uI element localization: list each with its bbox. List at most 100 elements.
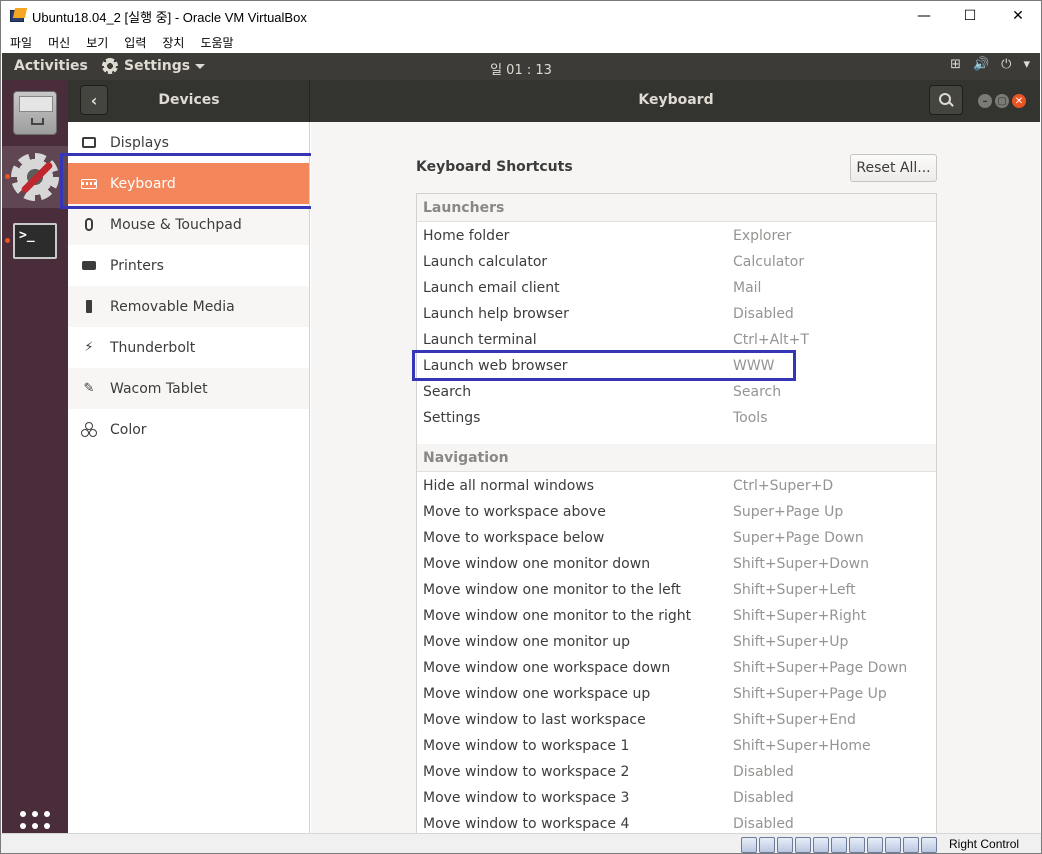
shortcut-row[interactable]: Move window one monitor down Shift+Super+… <box>417 552 936 578</box>
window-minimize-button[interactable]: – <box>978 94 992 108</box>
shortcut-row[interactable]: Move window to workspace 3 Disabled <box>417 786 936 812</box>
usb-device-icon[interactable] <box>813 837 829 853</box>
shortcut-row[interactable]: Move to workspace below Super+Page Down <box>417 526 936 552</box>
shortcut-row[interactable]: Launch help browser Disabled <box>417 302 936 328</box>
sidebar-header: ‹ Devices <box>68 80 310 122</box>
shortcut-name: Home folder <box>423 228 510 244</box>
keyboard-panel: Keyboard Shortcuts Reset All... Launcher… <box>311 122 1040 833</box>
sidebar-item-printers[interactable]: Printers <box>68 245 309 286</box>
dock: >_ <box>2 80 68 833</box>
menu-machine[interactable]: 머신 <box>40 34 78 51</box>
shortcut-accel: Ctrl+Super+D <box>733 478 834 494</box>
shortcut-name: Move window to workspace 2 <box>423 764 630 780</box>
reset-all-button[interactable]: Reset All... <box>850 154 937 182</box>
shortcut-row[interactable]: Hide all normal windows Ctrl+Super+D <box>417 474 936 500</box>
printer-icon <box>81 258 97 274</box>
status-icons <box>741 837 937 853</box>
sidebar-item-color[interactable]: Color <box>68 409 309 450</box>
show-applications-icon[interactable] <box>20 811 50 833</box>
shared-folder-icon[interactable] <box>831 837 847 853</box>
system-tray[interactable]: ⊞ 🔊 ⏻ ▾ <box>950 57 1030 72</box>
keyboard-capture-icon[interactable] <box>921 837 937 853</box>
usb-icon <box>81 299 97 315</box>
shortcut-row[interactable]: Move to workspace above Super+Page Up <box>417 500 936 526</box>
mouse-integration-icon[interactable] <box>903 837 919 853</box>
shortcut-row[interactable]: Settings Tools <box>417 406 936 432</box>
shortcut-accel: Shift+Super+Up <box>733 634 849 650</box>
virtualbox-window: Ubuntu18.04_2 [실행 중] - Oracle VM Virtual… <box>0 0 1042 854</box>
shortcut-row[interactable]: Move window one workspace down Shift+Supe… <box>417 656 936 682</box>
sidebar-item-label: Displays <box>110 134 169 151</box>
search-icon <box>939 93 953 107</box>
shortcut-row[interactable]: Move window to workspace 2 Disabled <box>417 760 936 786</box>
recording-icon[interactable] <box>867 837 883 853</box>
menu-devices[interactable]: 장치 <box>154 34 192 51</box>
vbox-title-bar: Ubuntu18.04_2 [실행 중] - Oracle VM Virtual… <box>1 1 1041 31</box>
vbox-status-bar: Right Control <box>1 833 1041 853</box>
shortcut-accel: Calculator <box>733 254 805 270</box>
shortcut-accel: Search <box>733 384 782 400</box>
sidebar-item-mouse-touchpad[interactable]: Mouse & Touchpad <box>68 204 309 245</box>
cpu-icon[interactable] <box>885 837 901 853</box>
shortcut-name: Move to workspace above <box>423 504 606 520</box>
shortcut-accel: Shift+Super+Right <box>733 608 867 624</box>
hard-disk-icon[interactable] <box>741 837 757 853</box>
sidebar-item-thunderbolt[interactable]: ⚡ Thunderbolt <box>68 327 309 368</box>
dock-settings[interactable] <box>2 146 68 208</box>
sidebar-item-label: Removable Media <box>110 298 235 315</box>
sidebar-item-wacom-tablet[interactable]: ✎ Wacom Tablet <box>68 368 309 409</box>
back-button[interactable]: ‹ <box>80 85 108 115</box>
vbox-menu-bar: 파일 머신 보기 입력 장치 도움말 <box>1 31 1041 53</box>
shortcut-name: Move window one workspace down <box>423 660 671 676</box>
shortcut-row[interactable]: Search Search <box>417 380 936 406</box>
display-status-icon[interactable] <box>849 837 865 853</box>
shortcut-row[interactable]: Move window to last workspace Shift+Super… <box>417 708 936 734</box>
sidebar-item-label: Color <box>110 421 147 438</box>
shortcut-row[interactable]: Launch calculator Calculator <box>417 250 936 276</box>
shortcut-accel: Disabled <box>733 790 794 806</box>
shortcut-accel: Disabled <box>733 816 794 832</box>
shortcut-row[interactable]: Move window one workspace up Shift+Super+… <box>417 682 936 708</box>
shortcut-row[interactable]: Move window one monitor to the right Shif… <box>417 604 936 630</box>
optical-drive-icon[interactable] <box>759 837 775 853</box>
shortcut-name: Launch email client <box>423 280 560 296</box>
window-maximize-button[interactable]: ▢ <box>995 94 1009 108</box>
menu-file[interactable]: 파일 <box>1 34 40 51</box>
clock[interactable]: 일 01 : 13 <box>2 59 1040 78</box>
sidebar-item-removable-media[interactable]: Removable Media <box>68 286 309 327</box>
shortcut-row[interactable]: Launch email client Mail <box>417 276 936 302</box>
menu-input[interactable]: 입력 <box>116 34 154 51</box>
minimize-button[interactable]: — <box>901 1 947 31</box>
dock-terminal[interactable]: >_ <box>2 210 68 272</box>
sidebar-title: Devices <box>158 92 220 108</box>
host-key-label: Right Control <box>949 837 1020 851</box>
shortcut-row[interactable]: Move window one monitor to the left Shift… <box>417 578 936 604</box>
volume-icon: 🔊 <box>972 57 990 72</box>
shortcut-name: Move to workspace below <box>423 530 605 546</box>
vbox-window-title: Ubuntu18.04_2 [실행 중] - Oracle VM Virtual… <box>32 9 307 25</box>
close-button[interactable]: ✕ <box>995 1 1041 31</box>
shortcut-row[interactable]: Home folder Explorer <box>417 224 936 250</box>
section-header-navigation: Navigation <box>417 444 936 472</box>
menu-help[interactable]: 도움말 <box>192 34 241 51</box>
network-adapter-icon[interactable] <box>795 837 811 853</box>
window-close-button[interactable]: ✕ <box>1012 94 1026 108</box>
shortcuts-title: Keyboard Shortcuts <box>416 159 573 175</box>
shortcut-name: Settings <box>423 410 481 426</box>
shortcut-name: Move window one monitor to the left <box>423 582 681 598</box>
audio-icon[interactable] <box>777 837 793 853</box>
virtualbox-icon <box>10 8 28 24</box>
mouse-icon <box>81 217 97 233</box>
shortcut-accel: Shift+Super+Home <box>733 738 871 754</box>
menu-view[interactable]: 보기 <box>78 34 116 51</box>
search-button[interactable] <box>929 85 963 115</box>
shortcut-row[interactable]: Move window to workspace 4 Disabled <box>417 812 936 833</box>
shortcut-accel: Mail <box>733 280 762 296</box>
dock-files[interactable] <box>2 82 68 144</box>
maximize-button[interactable]: ☐ <box>947 1 993 31</box>
shortcut-name: Launch calculator <box>423 254 548 270</box>
shortcut-row[interactable]: Move window one monitor up Shift+Super+Up <box>417 630 936 656</box>
tray-arrow-icon: ▾ <box>1023 57 1030 72</box>
sidebar-item-label: Thunderbolt <box>110 339 196 356</box>
shortcut-row[interactable]: Move window to workspace 1 Shift+Super+Ho… <box>417 734 936 760</box>
